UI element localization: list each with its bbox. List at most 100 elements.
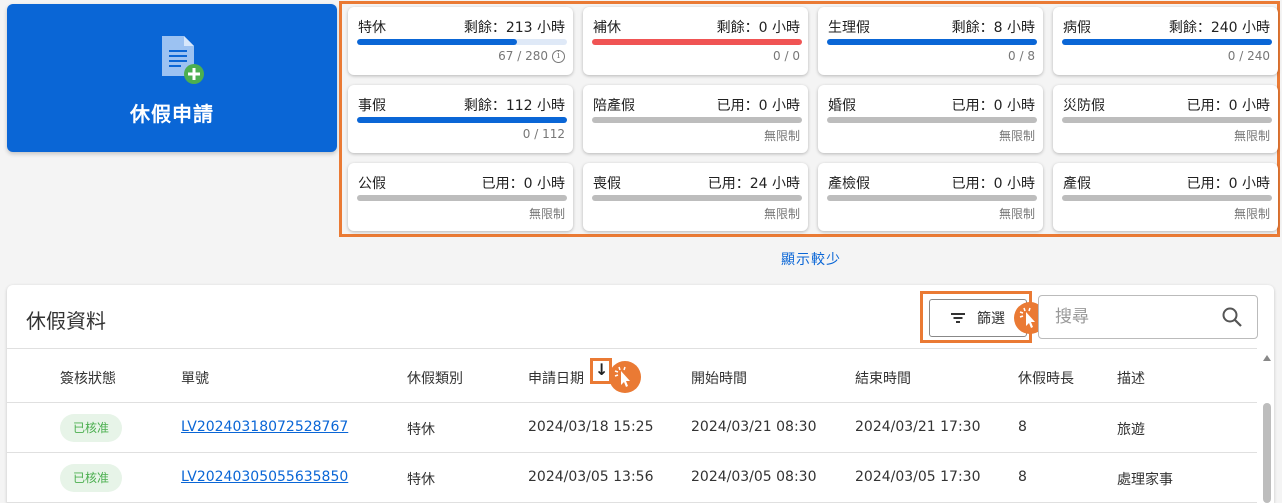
leave-card: 公假 已用：0 小時 無限制 (348, 163, 573, 231)
leave-usage-bar (827, 195, 1037, 201)
leave-card: 補休 剩餘：0 小時 0 / 0 (583, 7, 808, 75)
leave-type-name: 補休 (593, 20, 621, 36)
leave-usage-bar (357, 117, 567, 123)
col-desc[interactable]: 描述 (1117, 368, 1145, 388)
cell-start: 2024/03/05 08:30 (691, 469, 817, 485)
cell-start: 2024/03/21 08:30 (691, 419, 817, 435)
leave-usage-text: 0 / 240 (1228, 49, 1270, 63)
leave-type-name: 事假 (358, 98, 386, 114)
leave-usage-bar (592, 39, 802, 45)
leave-type-name: 產假 (1063, 176, 1091, 192)
leave-card: 喪假 已用：24 小時 無限制 (583, 163, 808, 231)
col-type[interactable]: 休假類別 (407, 368, 463, 388)
leave-usage-value: 67 / 280 (498, 49, 548, 63)
leave-usage-value: 無限制 (1233, 129, 1270, 143)
leave-card: 產檢假 已用：0 小時無限制 (818, 163, 1043, 231)
apply-label: 休假申請 (130, 102, 214, 126)
leave-usage-bar (1062, 39, 1272, 45)
leave-balance: 已用：0 小時 (951, 98, 1035, 114)
leave-usage-text: 無限制 (999, 205, 1035, 222)
leave-usage-fill (357, 39, 517, 45)
leave-usage-bar (1062, 195, 1272, 201)
leave-card: 特休 剩餘：213 小時 67 / 280 i (348, 7, 573, 75)
leave-card: 病假 剩餘：240 小時 0 / 240 (1053, 7, 1278, 75)
click-indicator-icon (609, 361, 641, 393)
leave-usage-bar (592, 195, 802, 201)
cell-applied: 2024/03/05 13:56 (528, 469, 654, 485)
leave-type-name: 特休 (358, 20, 386, 36)
filter-button[interactable]: 篩選 (929, 299, 1027, 337)
col-hours[interactable]: 休假時長 (1018, 368, 1074, 388)
leave-usage-value: 0 / 0 (773, 49, 800, 63)
search-input[interactable] (1055, 304, 1215, 330)
search-box[interactable] (1038, 295, 1258, 339)
filter-icon (951, 313, 965, 323)
leave-usage-value: 無限制 (1233, 207, 1270, 221)
leave-balance: 已用：0 小時 (481, 176, 565, 192)
show-less-link[interactable]: 顯示較少 (0, 249, 1282, 269)
leave-type-name: 陪產假 (593, 98, 635, 114)
leave-usage-value: 0 / 112 (522, 127, 565, 141)
leave-usage-text: 無限制 (999, 127, 1035, 144)
leave-usage-text: 0 / 112 (523, 127, 565, 141)
leave-card: 產假 已用：0 小時無限制 (1053, 163, 1278, 231)
leave-type-name: 產檢假 (828, 176, 870, 192)
leave-card: 生理假 剩餘：8 小時 0 / 8 (818, 7, 1043, 75)
leave-balance: 已用：0 小時 (1186, 98, 1270, 114)
leave-usage-value: 無限制 (763, 129, 800, 143)
leave-card: 陪產假 已用：0 小時無限制 (583, 85, 808, 153)
scroll-up-icon[interactable] (1263, 355, 1271, 361)
cell-applied: 2024/03/18 15:25 (528, 419, 654, 435)
table-row[interactable]: 已核准 LV20240305055635850 特休 2024/03/05 13… (7, 453, 1257, 503)
col-start[interactable]: 開始時間 (691, 368, 747, 388)
leave-usage-text: 0 / 0 (773, 49, 800, 63)
leave-balance: 已用：0 小時 (716, 98, 800, 114)
table-row[interactable]: 已核准 LV20240318072528767 特休 2024/03/18 15… (7, 403, 1257, 453)
table-scrollbar[interactable] (1260, 348, 1274, 503)
leave-usage-text: 無限制 (764, 205, 800, 222)
leave-type-name: 災防假 (1063, 98, 1105, 114)
leave-usage-text: 無限制 (1234, 127, 1270, 144)
col-id[interactable]: 單號 (181, 368, 209, 388)
leave-apply-button[interactable]: 休假申請 (7, 4, 337, 152)
leave-usage-text: 無限制 (1234, 205, 1270, 222)
leave-balance: 剩餘：112 小時 (463, 98, 565, 114)
cell-hours: 8 (1018, 469, 1027, 485)
leave-balance: 已用：0 小時 (951, 176, 1035, 192)
cell-type: 特休 (407, 472, 435, 488)
leave-type-name: 生理假 (828, 20, 870, 36)
leave-card: 事假 剩餘：112 小時 0 / 112 (348, 85, 573, 153)
leave-usage-bar (1062, 117, 1272, 123)
leave-records-panel: 休假資料 篩選 簽核狀態 單號 休假類別 申請日期 ↓ (7, 285, 1274, 503)
status-badge: 已核准 (60, 414, 122, 442)
leave-balance: 已用：0 小時 (1186, 176, 1270, 192)
leave-usage-bar (592, 117, 802, 123)
leave-balance-panel: 特休 剩餘：213 小時 67 / 280 i 補休 剩餘：0 小時 0 / 0 生理假 剩餘：… (339, 1, 1280, 237)
leave-usage-value: 0 / 8 (1008, 49, 1035, 63)
leave-id-link[interactable]: LV20240318072528767 (181, 419, 348, 435)
leave-balance: 剩餘：8 小時 (951, 20, 1035, 36)
leave-balance-grid: 特休 剩餘：213 小時 67 / 280 i 補休 剩餘：0 小時 0 / 0 生理假 剩餘：… (348, 7, 1278, 231)
info-icon[interactable]: i (552, 49, 565, 63)
search-icon[interactable] (1221, 306, 1243, 328)
leave-usage-value: 無限制 (998, 129, 1035, 143)
leave-type-name: 喪假 (593, 176, 621, 192)
scroll-thumb[interactable] (1263, 403, 1271, 503)
status-badge: 已核准 (60, 464, 122, 492)
cell-end: 2024/03/21 17:30 (855, 419, 981, 435)
leave-usage-text: 67 / 280 i (498, 49, 565, 63)
cell-hours: 8 (1018, 419, 1027, 435)
leave-usage-bar (827, 117, 1037, 123)
cell-desc: 處理家事 (1117, 472, 1173, 488)
leave-id-link[interactable]: LV20240305055635850 (181, 469, 348, 485)
col-applied[interactable]: 申請日期 (528, 368, 584, 388)
document-add-icon (162, 36, 204, 84)
leave-balance: 剩餘：240 小時 (1168, 20, 1270, 36)
filter-label: 篩選 (977, 311, 1005, 327)
leave-usage-text: 無限制 (529, 205, 565, 222)
col-status[interactable]: 簽核狀態 (60, 368, 116, 388)
col-end[interactable]: 結束時間 (855, 368, 911, 388)
leave-card: 婚假 已用：0 小時 無限制 (818, 85, 1043, 153)
cell-end: 2024/03/05 17:30 (855, 469, 981, 485)
table-header: 簽核狀態 單號 休假類別 申請日期 ↓ 開始時間 結束時間 休假時長 描述 (7, 348, 1257, 403)
